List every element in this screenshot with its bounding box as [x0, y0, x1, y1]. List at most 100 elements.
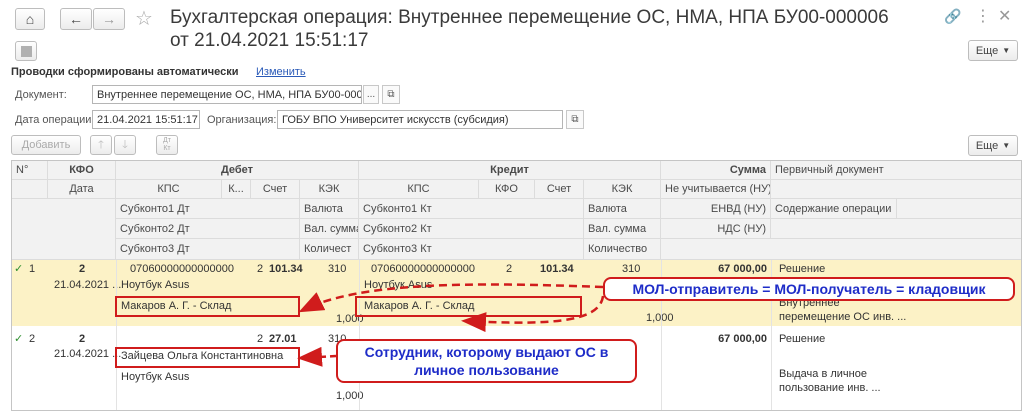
col-sub1-kt[interactable]: Субконто1 Кт — [359, 199, 584, 219]
row-qty-kt: 1,000 — [646, 312, 674, 324]
row-check-icon: ✓ — [14, 333, 24, 345]
row-num: 2 — [29, 333, 36, 345]
row-kfo-kt: 2 — [506, 263, 513, 275]
callout-employee-line1: Сотрудник, которому выдают ОС в — [364, 344, 609, 360]
col-sub1-dt[interactable]: Субконто1 Дт — [116, 199, 300, 219]
col-kek-kt[interactable]: КЭК — [584, 180, 661, 199]
back-button[interactable]: ← — [60, 8, 92, 30]
add-button-label: Добавить — [21, 139, 71, 151]
arrow-up-icon: 🡑 — [98, 138, 104, 151]
row-sub1-dt: Ноутбук Asus — [121, 279, 190, 291]
col-kps-dt[interactable]: КПС — [116, 180, 222, 199]
col-account-dt[interactable]: Счет — [251, 180, 300, 199]
col-blank-r3 — [897, 199, 1021, 219]
more-button-label: Еще — [975, 139, 999, 152]
col-kfo[interactable]: КФО — [48, 161, 116, 180]
chevron-down-icon: ▼ — [1002, 46, 1011, 55]
highlight-employee — [115, 347, 300, 368]
page-title-line1: Бухгалтерская операция: Внутреннее перем… — [170, 7, 889, 28]
col-divider — [359, 260, 360, 410]
arrow-down-icon: 🡓 — [122, 138, 128, 151]
col-kfo-kt[interactable]: КФО — [479, 180, 535, 199]
more-button-top[interactable]: Еще ▼ — [968, 40, 1018, 61]
home-button[interactable]: ⌂ — [15, 8, 45, 30]
col-currency-dt[interactable]: Валюта — [300, 199, 359, 219]
row-sub2-dt: Ноутбук Asus — [121, 371, 190, 383]
col-primary-doc[interactable]: Первичный документ — [771, 161, 1021, 180]
row-date: 21.04.2021 ... — [54, 279, 122, 291]
more-vert-icon[interactable]: ⋮ — [975, 6, 991, 26]
col-credit[interactable]: Кредит — [359, 161, 661, 180]
row-primary-doc: Решение — [779, 333, 826, 345]
row-kek-dt: 310 — [328, 263, 347, 275]
col-kek-dt[interactable]: КЭК — [300, 180, 359, 199]
col-account-kt[interactable]: Счет — [535, 180, 584, 199]
save-icon-button[interactable] — [15, 41, 37, 61]
col-blank-r4 — [771, 219, 1021, 239]
more-button-table[interactable]: Еще ▼ — [968, 135, 1018, 156]
move-down-button[interactable]: 🡓 — [114, 135, 136, 155]
col-vat[interactable]: НДС (НУ) — [661, 219, 771, 239]
col-sub2-dt[interactable]: Субконто2 Дт — [116, 219, 300, 239]
dt-kt-button[interactable]: Дт Кт — [156, 135, 178, 155]
col-k-dt[interactable]: К... — [222, 180, 251, 199]
col-envd[interactable]: ЕНВД (НУ) — [661, 199, 771, 219]
row-sub1-kt: Ноутбук Asus — [364, 279, 433, 291]
col-num[interactable]: N° — [12, 161, 48, 180]
col-cur-sum-kt[interactable]: Вал. сумма — [584, 219, 661, 239]
col-blank-r5 — [661, 239, 1021, 260]
row-check-icon: ✓ — [14, 263, 24, 275]
callout-mol-text: МОЛ-отправитель = МОЛ-получатель = кладо… — [632, 281, 986, 297]
row-qty-dt: 1,000 — [336, 390, 364, 402]
col-sub3-kt[interactable]: Субконто3 Кт — [359, 239, 584, 260]
row-num: 1 — [29, 263, 36, 275]
row-account-dt: 101.34 — [269, 263, 303, 275]
col-content[interactable]: Содержание операции — [771, 199, 897, 219]
callout-mol: МОЛ-отправитель = МОЛ-получатель = кладо… — [603, 277, 1015, 301]
move-up-button[interactable]: 🡑 — [90, 135, 112, 155]
arrow-left-icon: ← — [69, 11, 83, 27]
save-icon — [20, 45, 32, 57]
star-icon[interactable]: ☆ — [135, 6, 153, 31]
row-sum: 67 000,00 — [718, 333, 767, 345]
close-icon[interactable]: ✕ — [998, 6, 1011, 26]
org-open-button[interactable]: ⧉ — [566, 110, 584, 129]
chevron-down-icon: ▼ — [1002, 141, 1011, 150]
row-content-2: пользование инв. ... — [779, 382, 881, 394]
open-icon: ⧉ — [571, 114, 579, 125]
col-cur-sum-dt[interactable]: Вал. сумма — [300, 219, 359, 239]
dt-kt-icon: Дт Кт — [163, 137, 171, 152]
document-field[interactable]: Внутреннее перемещение ОС, НМА, НПА БУ00… — [92, 85, 362, 104]
add-button[interactable]: Добавить — [11, 135, 81, 155]
home-icon: ⌂ — [25, 11, 35, 27]
col-qty-kt[interactable]: Количество — [584, 239, 661, 260]
change-link[interactable]: Изменить — [256, 66, 306, 78]
col-num-blank — [12, 180, 48, 199]
page-title-line2: от 21.04.2021 15:51:17 — [170, 30, 369, 51]
col-sum[interactable]: Сумма — [661, 161, 771, 180]
document-select-button[interactable]: ... — [363, 85, 379, 104]
col-debit[interactable]: Дебет — [116, 161, 359, 180]
col-currency-kt[interactable]: Валюта — [584, 199, 661, 219]
forward-button[interactable]: → — [93, 8, 125, 30]
date-field[interactable]: 21.04.2021 15:51:17 — [92, 110, 200, 129]
org-label: Организация: — [207, 114, 277, 126]
row-date: 21.04.2021 ... — [54, 348, 122, 360]
org-field[interactable]: ГОБУ ВПО Университет искусств (субсидия) — [277, 110, 563, 129]
document-open-button[interactable]: ⧉ — [382, 85, 400, 104]
col-not-counted[interactable]: Не учитывается (НУ) — [661, 180, 771, 199]
col-qty-dt[interactable]: Количест — [300, 239, 359, 260]
link-icon[interactable]: 🔗 — [944, 8, 961, 25]
col-sub2-kt[interactable]: Субконто2 Кт — [359, 219, 584, 239]
col-primary-blank — [771, 180, 1021, 199]
open-icon: ⧉ — [387, 89, 395, 100]
row-content-2: перемещение ОС инв. ... — [779, 311, 907, 323]
more-button-label: Еще — [975, 44, 999, 57]
document-label: Документ: — [15, 89, 67, 101]
col-kps-kt[interactable]: КПС — [359, 180, 479, 199]
highlight-sender-mol — [115, 296, 300, 317]
postings-status-label: Проводки сформированы автоматически — [11, 66, 239, 78]
col-left-blank — [12, 199, 116, 260]
col-sub3-dt[interactable]: Субконто3 Дт — [116, 239, 300, 260]
col-date[interactable]: Дата — [48, 180, 116, 199]
